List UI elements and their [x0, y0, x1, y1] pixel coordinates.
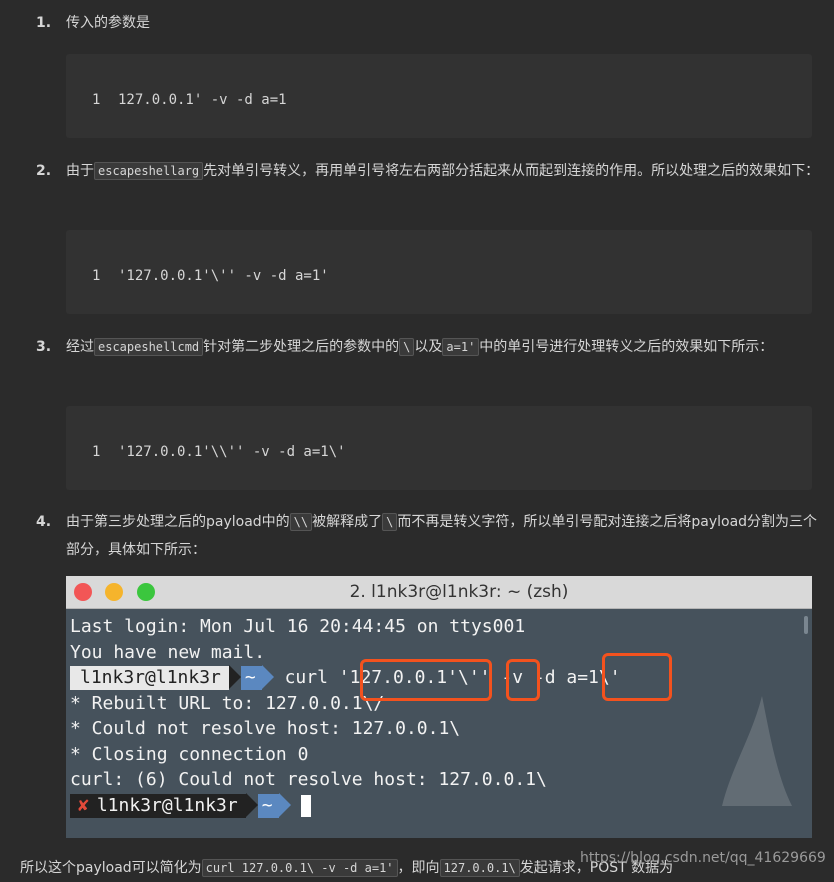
step-text: 由于第三步处理之后的payload中的 \\ 被解释成了 \ 而不再是转义字符，所以单引…	[66, 508, 826, 564]
inline-code: escapeshellarg	[94, 162, 204, 180]
summary-line: 所以这个payload可以简化为 curl 127.0.0.1\ -v -d a=…	[20, 854, 673, 882]
inline-code: \	[382, 513, 398, 531]
prompt-user: l1nk3r@l1nk3r	[70, 666, 229, 690]
line-number: 1	[92, 444, 101, 460]
step-1: 1. 传入的参数是	[36, 9, 826, 37]
step-number: 2.	[36, 163, 52, 179]
step-2-pre: 由于	[66, 163, 94, 179]
step-3-mid1: 针对第二步处理之后的参数中的	[203, 339, 400, 355]
terminal-line: Last login: Mon Jul 16 20:44:45 on ttys0…	[70, 616, 526, 637]
terminal-line: curl: (6) Could not resolve host: 127.0.…	[70, 769, 547, 790]
inline-code: \	[399, 338, 415, 356]
prompt-user-name: l1nk3r@l1nk3r	[96, 794, 238, 816]
terminal-screenshot: 2. l1nk3r@l1nk3r: ~ (zsh) Last login: Mo…	[66, 576, 812, 838]
code-block-2: 1 '127.0.0.1'\'' -v -d a=1'	[66, 230, 812, 314]
step-3: 3. 经过 escapeshellcmd 针对第二步处理之后的参数中的 \ 以及 a=1'…	[36, 333, 826, 361]
step-number: 3.	[36, 339, 52, 355]
prompt-separator-icon	[228, 665, 241, 689]
prompt-separator-icon	[245, 792, 258, 817]
step-number: 4.	[36, 514, 52, 530]
code-block-1: 1 127.0.0.1' -v -d a=1	[66, 54, 812, 138]
inline-code: escapeshellcmd	[94, 338, 204, 356]
step-2: 2. 由于 escapeshellarg 先对单引号转义，再用单引号将左右两部分括起…	[36, 157, 826, 185]
cmd-curl: curl	[284, 667, 339, 688]
terminal-line: * Could not resolve host: 127.0.0.1\	[70, 718, 461, 739]
terminal-cursor	[301, 794, 312, 817]
step-text: 经过 escapeshellcmd 针对第二步处理之后的参数中的 \ 以及 a=1' 中的单…	[66, 333, 826, 361]
inline-code: 127.0.0.1\	[439, 859, 520, 877]
summary-mid: ，即向	[397, 860, 440, 876]
terminal-title: 2. l1nk3r@l1nk3r: ~ (zsh)	[349, 582, 569, 602]
code-line: 127.0.0.1' -v -d a=1	[118, 92, 287, 108]
code-line: '127.0.0.1'\\'' -v -d a=1\'	[118, 444, 346, 460]
inline-code: curl 127.0.0.1\ -v -d a=1'	[201, 859, 398, 877]
line-number: 1	[92, 268, 101, 284]
prompt-dir: ~	[240, 666, 262, 690]
inline-code: \\	[289, 513, 313, 531]
step-1-text: 传入的参数是	[66, 15, 150, 31]
csdn-watermark: https://blog.csdn.net/qq_41629669	[580, 850, 826, 866]
highlight-box-arg1	[360, 659, 492, 701]
step-3-pre: 经过	[66, 339, 94, 355]
highlight-box-arg3	[602, 653, 672, 701]
step-2-post: 先对单引号转义，再用单引号将左右两部分括起来从而起到连接的作用。所以处理之后的效…	[203, 163, 820, 179]
step-4-pre: 由于第三步处理之后的payload中的	[66, 514, 290, 530]
terminal-output: Last login: Mon Jul 16 20:44:45 on ttys0…	[70, 614, 812, 818]
summary-pre: 所以这个payload可以简化为	[20, 860, 202, 876]
error-x-icon: ✘	[78, 794, 89, 816]
highlight-box-arg2	[506, 659, 540, 701]
step-4-mid1: 被解释成了	[312, 514, 383, 530]
code-line: '127.0.0.1'\'' -v -d a=1'	[118, 268, 329, 284]
step-text: 传入的参数是	[66, 9, 826, 37]
prompt-user: ✘ l1nk3r@l1nk3r	[70, 793, 246, 818]
step-4: 4. 由于第三步处理之后的payload中的 \\ 被解释成了 \ 而不再是转义字符，所…	[36, 508, 826, 564]
step-text: 由于 escapeshellarg 先对单引号转义，再用单引号将左右两部分括起来从而…	[66, 157, 826, 185]
step-number: 1.	[36, 15, 52, 31]
step-3-post: 中的单引号进行处理转义之后的效果如下所示：	[479, 339, 774, 355]
line-number: 1	[92, 92, 101, 108]
terminal-titlebar: 2. l1nk3r@l1nk3r: ~ (zsh)	[66, 576, 812, 609]
inline-code: a=1'	[442, 338, 480, 356]
step-3-mid2: 以及	[414, 339, 443, 355]
prompt-separator-icon	[278, 792, 291, 817]
terminal-line: * Closing connection 0	[70, 743, 309, 765]
code-block-3: 1 '127.0.0.1'\\'' -v -d a=1\'	[66, 406, 812, 490]
prompt-dir: ~	[257, 793, 279, 818]
prompt-separator-icon	[261, 665, 274, 689]
terminal-prompt-line: ✘ l1nk3r@l1nk3r ~	[70, 792, 812, 819]
